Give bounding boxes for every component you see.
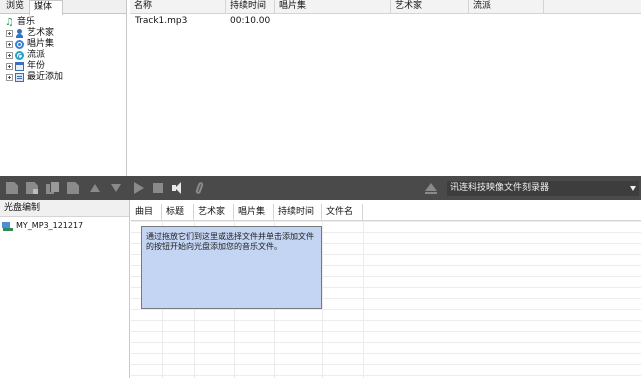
genre-icon — [15, 51, 24, 60]
tab-browse[interactable]: 浏览 — [2, 0, 28, 14]
drive-select[interactable]: 讯连科技映像文件刻录器 — [447, 181, 639, 196]
panel-tabs: 浏览 媒体 — [0, 0, 126, 15]
tab-media[interactable]: 媒体 — [29, 0, 63, 15]
expand-icon[interactable] — [6, 30, 13, 37]
drop-hint: 通过拖放它们到这里或选择文件并单击添加文件的按钮开始向光盘添加您的音乐文件。 — [141, 226, 322, 309]
column-header-filename[interactable]: 文件名 — [322, 204, 363, 221]
column-divider — [322, 221, 323, 378]
expand-icon[interactable] — [6, 74, 13, 81]
expand-icon[interactable] — [6, 63, 13, 70]
attach-icon[interactable] — [195, 181, 204, 195]
column-header-artist[interactable]: 艺术家 — [391, 0, 469, 14]
column-header-artist[interactable]: 艺术家 — [194, 204, 234, 221]
tree-item-artist[interactable]: 艺术家 — [0, 28, 126, 39]
column-divider — [363, 221, 364, 378]
track-list: 名称 持续时间 唱片集 艺术家 流派 Track1.mp3 00:10.00 — [130, 0, 641, 176]
expand-icon[interactable] — [6, 41, 13, 48]
artist-icon — [15, 29, 24, 38]
tree-item-genre[interactable]: 流派 — [0, 50, 126, 61]
track-duration: 00:10.00 — [230, 16, 271, 26]
column-header-duration[interactable]: 持续时间 — [226, 0, 275, 14]
move-up-icon[interactable] — [90, 184, 100, 192]
tree-item-music[interactable]: ♫ 音乐 — [0, 17, 126, 28]
disc-item-label: MY_MP3_121217 — [16, 221, 84, 230]
album-icon — [15, 40, 24, 49]
disc-panel-title: 光盘编制 — [0, 200, 129, 217]
table-row[interactable]: Track1.mp3 00:10.00 — [130, 16, 641, 27]
track-list-header: 名称 持续时间 唱片集 艺术家 流派 — [130, 0, 641, 14]
move-down-icon[interactable] — [111, 184, 121, 192]
column-header-track[interactable]: 曲目 — [131, 204, 162, 221]
music-note-icon: ♫ — [5, 17, 14, 28]
eject-icon[interactable] — [425, 183, 437, 194]
disc-contents-header: 曲目 标题 艺术家 唱片集 持续时间 文件名 — [131, 200, 641, 221]
add-folder-icon[interactable] — [26, 182, 38, 194]
copy-icon[interactable] — [46, 182, 59, 194]
column-header-genre[interactable]: 流派 — [469, 0, 544, 14]
tree-item-label: 音乐 — [17, 17, 36, 27]
tree-item-label: 艺术家 — [27, 28, 55, 38]
add-file-icon[interactable] — [6, 182, 18, 194]
column-header-album[interactable]: 唱片集 — [275, 0, 391, 14]
disc-item[interactable]: MY_MP3_121217 — [0, 219, 129, 233]
track-name: Track1.mp3 — [135, 16, 188, 26]
column-header-name[interactable]: 名称 — [130, 0, 226, 14]
tree-item-label: 唱片集 — [27, 39, 55, 49]
drive-select-value: 讯连科技映像文件刻录器 — [450, 183, 550, 193]
tree-item-label: 最近添加 — [27, 72, 64, 82]
chevron-down-icon[interactable] — [630, 186, 636, 191]
column-header-title[interactable]: 标题 — [162, 204, 194, 221]
column-header-duration[interactable]: 持续时间 — [274, 204, 322, 221]
tree-item-year[interactable]: 年份 — [0, 61, 126, 72]
play-icon[interactable] — [134, 182, 144, 194]
expand-icon[interactable] — [6, 52, 13, 59]
media-browser-panel: 浏览 媒体 ♫ 音乐 艺术家 唱片集 流派 年份 最近添加 — [0, 0, 127, 176]
tree-item-album[interactable]: 唱片集 — [0, 39, 126, 50]
calendar-icon — [15, 62, 24, 71]
column-header-album[interactable]: 唱片集 — [234, 204, 274, 221]
volume-icon[interactable] — [172, 182, 184, 194]
remove-icon[interactable] — [67, 182, 79, 194]
media-tree: ♫ 音乐 艺术家 唱片集 流派 年份 最近添加 — [0, 14, 126, 83]
recent-icon — [15, 73, 24, 82]
tree-item-label: 流派 — [27, 50, 46, 60]
stop-icon[interactable] — [153, 183, 163, 193]
disc-panel: 光盘编制 MY_MP3_121217 — [0, 200, 130, 378]
disc-contents: 曲目 标题 艺术家 唱片集 持续时间 文件名 通过拖放它们到这里或选择文件并单击… — [131, 200, 641, 378]
disc-drive-icon — [2, 221, 13, 231]
toolbar: 讯连科技映像文件刻录器 — [0, 176, 641, 200]
tree-item-label: 年份 — [27, 61, 46, 71]
app-window: 浏览 媒体 ♫ 音乐 艺术家 唱片集 流派 年份 最近添加 名称 持续时间 唱片… — [0, 0, 641, 378]
tree-item-recent[interactable]: 最近添加 — [0, 72, 126, 83]
